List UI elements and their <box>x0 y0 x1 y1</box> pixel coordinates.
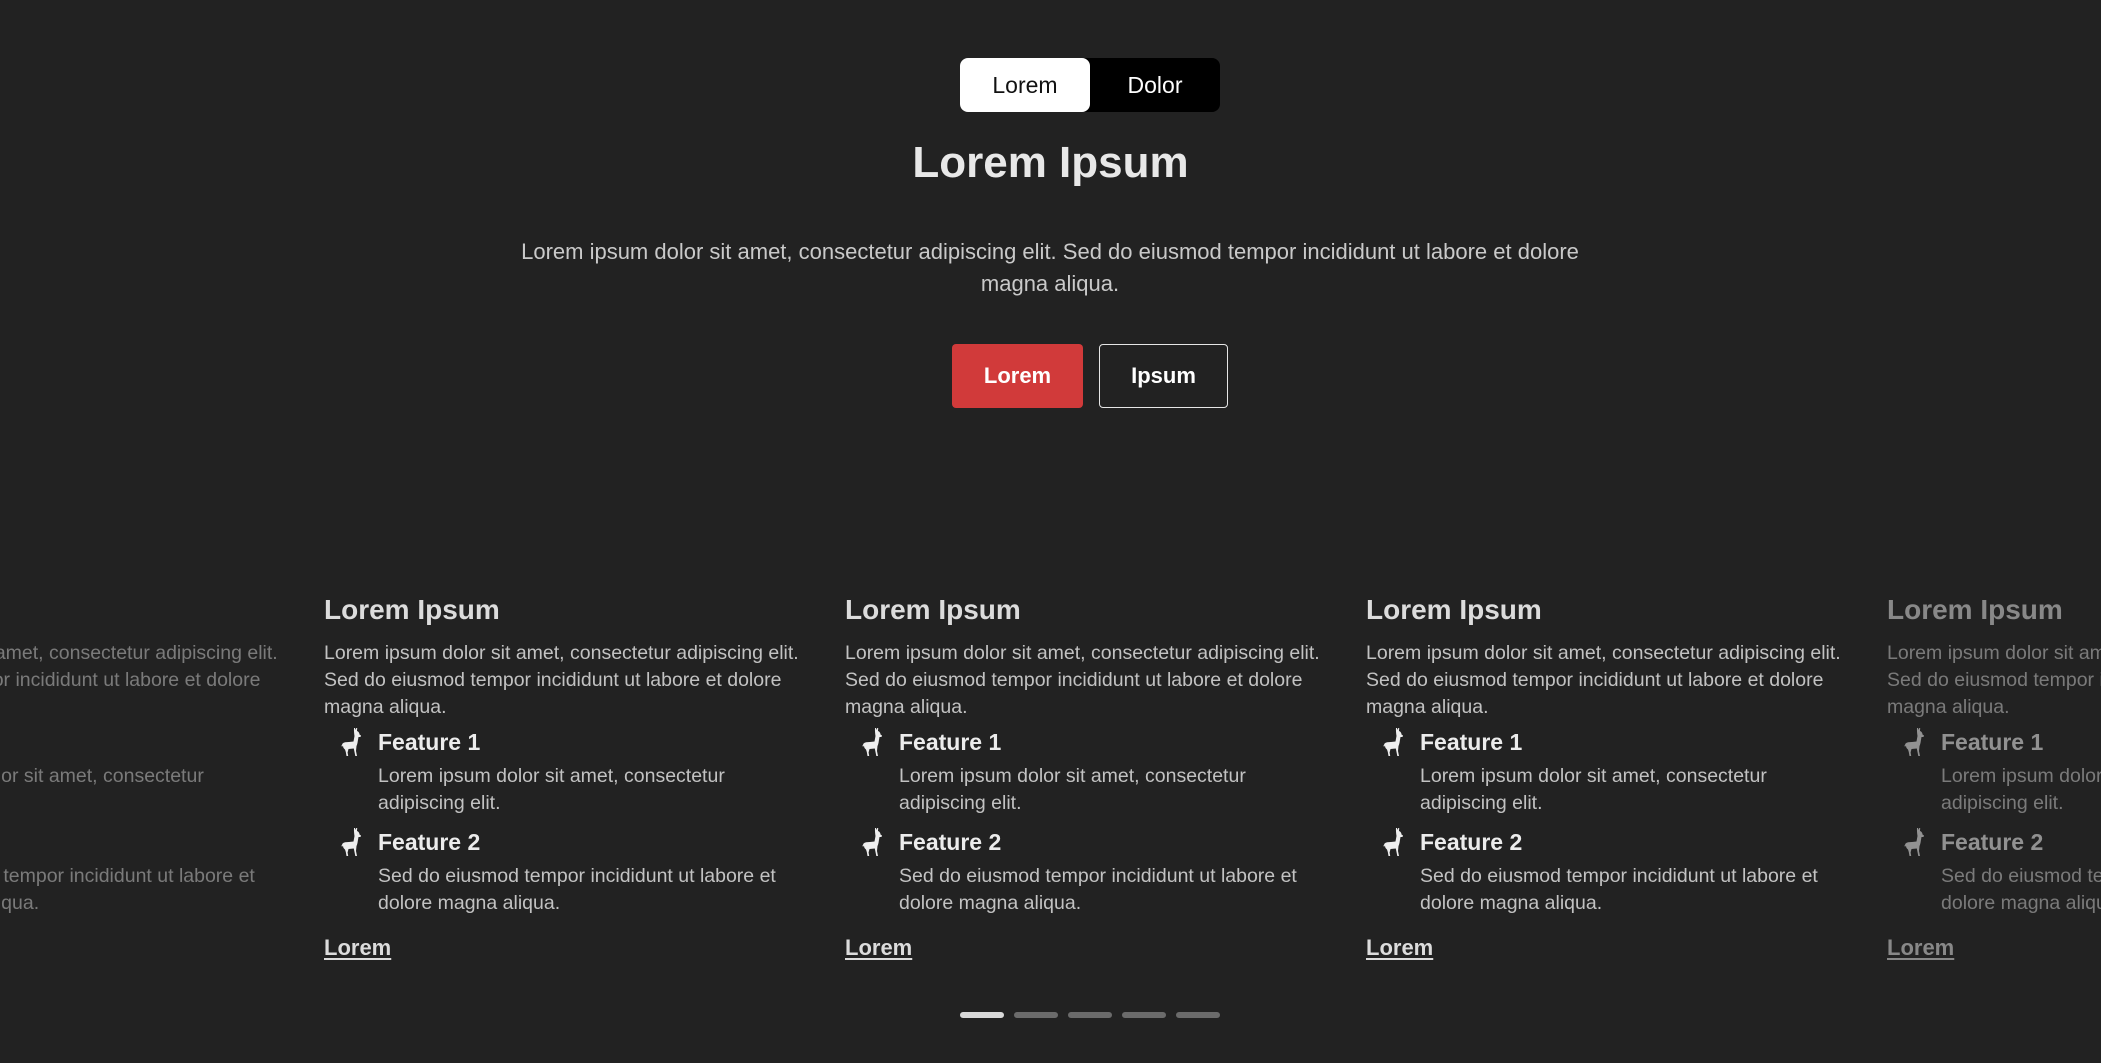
feature-text: Lorem ipsum dolor sit amet, consectetur … <box>1941 765 2101 814</box>
llama-icon <box>341 828 361 856</box>
pagination-dot[interactable] <box>1014 1012 1058 1018</box>
feature-item: Feature 2 Sed do eiusmod tempor incididun… <box>1366 825 1856 921</box>
llama-icon <box>862 828 882 856</box>
feature-text: Sed do eiusmod tempor incididunt ut labo… <box>0 865 255 914</box>
llama-icon <box>1904 828 1924 856</box>
feature-card: Lorem Ipsum Lorem ipsum dolor sit amet, c… <box>324 580 814 961</box>
llama-icon <box>845 725 899 821</box>
feature-item: Feature 1 Lorem ipsum dolor sit amet, con… <box>1366 725 1856 821</box>
feature-card: Lorem Ipsum Lorem ipsum dolor sit amet, c… <box>1887 580 2101 961</box>
feature-title: Feature 1 <box>378 729 481 755</box>
feature-text: Sed do eiusmod tempor incididunt ut labo… <box>1420 865 1818 914</box>
llama-icon <box>862 728 882 756</box>
card-title: Lorem Ipsum <box>845 594 1021 625</box>
feature-title: Feature 1 <box>899 729 1002 755</box>
feature-item: Feature 2 Sed do eiusmod tempor incididun… <box>845 825 1335 921</box>
card-link[interactable]: Lorem <box>1887 935 1954 961</box>
card-title: Lorem Ipsum <box>0 580 293 640</box>
card-link[interactable]: Lorem <box>1366 935 1433 961</box>
card-title: Lorem Ipsum <box>324 594 500 625</box>
feature-text: Sed do eiusmod tempor incididunt ut labo… <box>899 865 1297 914</box>
feature-item: Feature 1 Lorem ipsum dolor sit amet, con… <box>1887 725 2101 821</box>
llama-icon <box>1366 725 1420 821</box>
feature-item: Feature 2 Sed do eiusmod tempor incididun… <box>324 825 814 921</box>
llama-icon <box>1904 728 1924 756</box>
feature-text: Sed do eiusmod tempor incididunt ut labo… <box>378 865 776 914</box>
carousel-pagination <box>960 1012 1220 1018</box>
feature-title: Feature 2 <box>899 829 1002 855</box>
toggle-option-lorem[interactable]: Lorem <box>960 58 1090 112</box>
card-title: Lorem Ipsum <box>1887 594 2063 625</box>
feature-text: Lorem ipsum dolor sit amet, consectetur … <box>1420 765 1767 814</box>
card-description: Lorem ipsum dolor sit amet, consectetur … <box>0 642 278 691</box>
feature-card: Lorem Ipsum Lorem ipsum dolor sit amet, c… <box>1366 580 1856 961</box>
pagination-dot[interactable] <box>1122 1012 1166 1018</box>
feature-title: Feature 2 <box>0 825 293 859</box>
card-description: Lorem ipsum dolor sit amet, consectetur … <box>845 642 1320 718</box>
feature-card: Lorem IpsumLorem ipsum dolor sit amet, c… <box>0 580 293 961</box>
view-toggle: Lorem Dolor <box>960 58 1220 112</box>
card-description: Lorem ipsum dolor sit amet, consectetur … <box>1887 642 2101 718</box>
feature-item: Feature 2 Sed do eiusmod tempor incididun… <box>1887 825 2101 921</box>
llama-icon <box>341 728 361 756</box>
hero-title: Lorem Ipsum <box>912 138 1189 187</box>
feature-title: Feature 2 <box>1941 829 2044 855</box>
llama-icon <box>1383 728 1403 756</box>
toggle-option-dolor[interactable]: Dolor <box>1090 58 1220 112</box>
llama-icon <box>324 825 378 921</box>
feature-title: Feature 1 <box>0 725 293 759</box>
feature-text: Lorem ipsum dolor sit amet, consectetur … <box>899 765 1246 814</box>
card-description: Lorem ipsum dolor sit amet, consectetur … <box>324 642 799 718</box>
primary-cta-button[interactable]: Lorem <box>952 344 1083 408</box>
feature-item: Feature 1 Lorem ipsum dolor sit amet, con… <box>0 725 293 821</box>
feature-text: Lorem ipsum dolor sit amet, consectetur … <box>378 765 725 814</box>
feature-item: Feature 2 Sed do eiusmod tempor incididun… <box>0 825 293 921</box>
pagination-dot[interactable] <box>1176 1012 1220 1018</box>
hero-subtitle: Lorem ipsum dolor sit amet, consectetur … <box>521 239 1579 296</box>
llama-icon <box>845 825 899 921</box>
feature-title: Feature 1 <box>1941 729 2044 755</box>
feature-title: Feature 2 <box>378 829 481 855</box>
feature-carousel: Lorem IpsumLorem ipsum dolor sit amet, c… <box>0 580 2101 1000</box>
feature-item: Feature 1 Lorem ipsum dolor sit amet, con… <box>324 725 814 821</box>
feature-card: Lorem Ipsum Lorem ipsum dolor sit amet, c… <box>845 580 1335 961</box>
secondary-cta-button[interactable]: Ipsum <box>1099 344 1228 408</box>
llama-icon <box>1887 825 1941 921</box>
feature-item: Feature 1 Lorem ipsum dolor sit amet, con… <box>845 725 1335 821</box>
card-link[interactable]: Lorem <box>324 935 391 961</box>
feature-text: Sed do eiusmod tempor incididunt ut labo… <box>1941 865 2101 914</box>
llama-icon <box>1887 725 1941 821</box>
card-title: Lorem Ipsum <box>1366 594 1542 625</box>
feature-title: Feature 1 <box>1420 729 1523 755</box>
card-description: Lorem ipsum dolor sit amet, consectetur … <box>1366 642 1841 718</box>
feature-title: Feature 2 <box>1420 829 1523 855</box>
llama-icon <box>1366 825 1420 921</box>
pagination-dot[interactable] <box>960 1012 1004 1018</box>
llama-icon <box>1383 828 1403 856</box>
card-link[interactable]: Lorem <box>845 935 912 961</box>
pagination-dot[interactable] <box>1068 1012 1112 1018</box>
feature-text: Lorem ipsum dolor sit amet, consectetur … <box>0 765 204 787</box>
llama-icon <box>324 725 378 821</box>
